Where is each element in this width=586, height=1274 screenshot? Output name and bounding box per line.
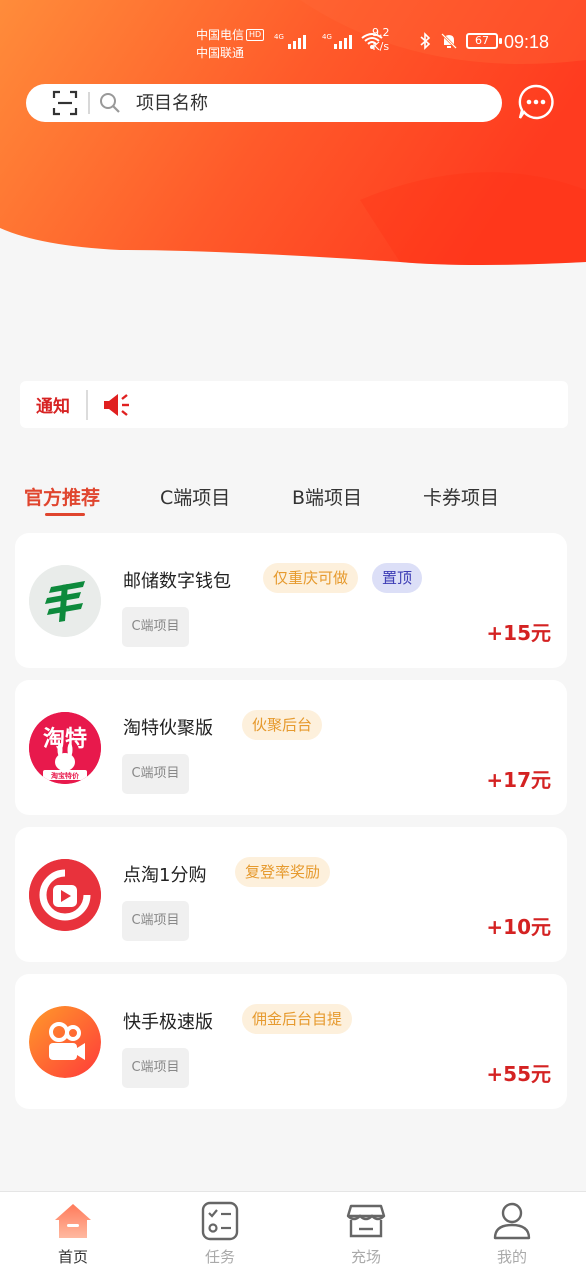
profile-icon	[493, 1202, 531, 1240]
nav-tasks[interactable]: 任务	[170, 1192, 270, 1274]
signal-icons: 4G 4G	[274, 30, 384, 50]
net-speed: 9.2 K/s	[372, 26, 390, 54]
net-speed-value: 9.2	[372, 26, 390, 39]
project-tag: 伙聚后台	[242, 710, 323, 740]
net-speed-unit: K/s	[372, 40, 390, 53]
notice-label: 通知	[36, 397, 70, 417]
project-tag: 复登率奖励	[235, 857, 331, 887]
project-type-tag: C端项目	[122, 901, 189, 941]
scan-icon[interactable]	[50, 88, 80, 118]
project-card[interactable]: 快手极速版 佣金后台自提 C端项目 +55元	[15, 974, 567, 1109]
home-icon	[55, 1204, 91, 1238]
taote-logo: 淘特 淘宝特价	[29, 712, 101, 784]
task-icon	[201, 1201, 239, 1241]
mute-bell-icon	[441, 33, 457, 49]
clock: 09:18	[504, 32, 550, 52]
project-reward: +55元	[486, 1062, 551, 1086]
project-title: 点淘1分购	[123, 865, 207, 886]
speaker-icon	[104, 393, 129, 416]
project-card[interactable]: 邮储数字钱包 仅重庆可做 置顶 C端项目 +15元	[15, 533, 567, 668]
nav-profile-label: 我的	[496, 1248, 527, 1266]
diantao-logo	[29, 859, 101, 931]
status-icons: 67	[418, 32, 502, 50]
tab-c-projects[interactable]: C端项目	[160, 483, 230, 510]
bottom-nav: 首页 任务 充场 我的	[0, 1191, 586, 1274]
project-reward: +10元	[486, 915, 551, 939]
nav-tasks-label: 任务	[204, 1248, 235, 1266]
notice-divider	[86, 389, 88, 420]
project-type-tag: C端项目	[122, 1048, 189, 1088]
taote-logo-text: 淘特	[43, 726, 87, 752]
nav-home-label: 首页	[57, 1248, 88, 1266]
search-icon	[100, 93, 120, 113]
svg-text:4G: 4G	[322, 33, 332, 41]
project-card[interactable]: 点淘1分购 复登率奖励 C端项目 +10元	[15, 827, 567, 962]
project-title: 快手极速版	[123, 1012, 213, 1033]
signal-icon-2: 4G	[322, 33, 352, 49]
search-divider	[88, 92, 90, 114]
project-reward: +17元	[486, 768, 551, 792]
battery-indicator: 67	[466, 33, 502, 49]
message-icon[interactable]	[516, 82, 556, 122]
nav-home[interactable]: 首页	[23, 1192, 123, 1274]
tab-b-projects[interactable]: B端项目	[292, 483, 362, 510]
notice-bar[interactable]: 通知	[20, 381, 568, 428]
postal-savings-logo	[29, 565, 101, 637]
search-bar[interactable]	[26, 84, 502, 122]
tab-official-recommend[interactable]: 官方推荐	[24, 483, 100, 510]
pinned-tag: 置顶	[372, 563, 423, 593]
project-type-tag: C端项目	[122, 754, 189, 794]
store-icon	[346, 1204, 386, 1238]
project-title: 淘特伙聚版	[123, 718, 213, 739]
bluetooth-icon	[420, 32, 431, 50]
nav-profile[interactable]: 我的	[462, 1192, 562, 1274]
carrier1: 中国电信	[196, 28, 245, 42]
carrier2: 中国联通	[196, 46, 245, 60]
carrier-info: 中国电信 HD 中国联通	[196, 26, 265, 62]
signal-icon: 4G	[274, 33, 306, 49]
nav-venue-label: 充场	[350, 1248, 381, 1266]
project-tag: 佣金后台自提	[242, 1004, 353, 1034]
project-tag: 仅重庆可做	[263, 563, 359, 593]
kuaishou-logo	[29, 1006, 101, 1078]
project-type-tag: C端项目	[122, 607, 189, 647]
tab-coupon-projects[interactable]: 卡券项目	[423, 483, 499, 510]
hd-badge: HD	[246, 29, 265, 41]
category-tabs: 官方推荐 C端项目 B端项目 卡券项目	[0, 480, 586, 520]
project-reward: +15元	[486, 621, 551, 645]
svg-text:4G: 4G	[274, 33, 284, 41]
search-input[interactable]	[136, 92, 436, 114]
status-bar: 中国电信 HD 中国联通 4G 4G 9.2 K/s 67 09:18	[0, 24, 586, 64]
project-title: 邮储数字钱包	[123, 571, 231, 592]
taote-logo-subtext: 淘宝特价	[51, 771, 80, 780]
project-card[interactable]: 淘特 淘宝特价 淘特伙聚版 伙聚后台 C端项目 +17元	[15, 680, 567, 815]
nav-venue[interactable]: 充场	[316, 1192, 416, 1274]
active-tab-indicator	[45, 513, 85, 516]
